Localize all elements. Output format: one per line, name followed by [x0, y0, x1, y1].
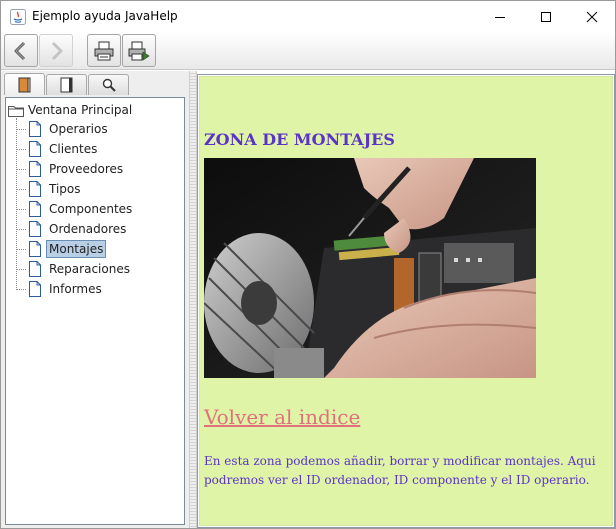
back-icon	[14, 41, 26, 60]
tree-item-reparaciones[interactable]: Reparaciones	[16, 259, 133, 279]
print-button[interactable]	[87, 34, 121, 67]
print-icon	[94, 41, 114, 60]
forward-icon	[51, 41, 63, 60]
document-icon	[29, 261, 41, 277]
tree-root[interactable]: Ventana Principal	[8, 102, 132, 118]
close-icon	[586, 11, 598, 22]
tree-item-label: Clientes	[49, 142, 98, 156]
tree-item-tipos[interactable]: Tipos	[16, 179, 84, 199]
search-icon	[102, 78, 116, 92]
page-description: En esta zona podemos añadir, borrar y mo…	[204, 454, 596, 487]
index-book-icon	[60, 77, 72, 93]
tree-item-label-selected: Montajes	[46, 240, 107, 258]
tab-search[interactable]	[88, 74, 129, 95]
forward-button[interactable]	[39, 34, 73, 67]
tree-root-label: Ventana Principal	[28, 103, 133, 117]
minimize-button[interactable]	[477, 1, 523, 32]
content-viewer: ZONA DE MONTAJES Volver al indice En est…	[197, 74, 615, 528]
toc-book-icon	[18, 77, 30, 92]
app-window: Ejemplo ayuda JavaHelp Ventana Principal…	[0, 0, 616, 529]
document-icon	[29, 221, 41, 237]
document-icon	[29, 161, 41, 177]
tree-item-operarios[interactable]: Operarios	[16, 119, 111, 139]
computer-assembly-photo	[204, 158, 536, 378]
tree-item-label: Tipos	[49, 182, 81, 196]
page-setup-button[interactable]	[122, 34, 156, 67]
java-app-icon	[10, 9, 26, 25]
tree-item-label: Componentes	[49, 202, 133, 216]
page-setup-icon	[128, 41, 150, 61]
toolbar	[1, 32, 615, 70]
back-to-index-link[interactable]: Volver al indice	[204, 405, 360, 429]
tree-item-label: Reparaciones	[49, 262, 130, 276]
tree-item-label: Operarios	[49, 122, 108, 136]
close-button[interactable]	[569, 1, 615, 32]
page-heading: ZONA DE MONTAJES	[204, 130, 395, 149]
maximize-button[interactable]	[523, 1, 569, 32]
tree-item-ordenadores[interactable]: Ordenadores	[16, 219, 129, 239]
tree-item-label: Ordenadores	[49, 222, 127, 236]
back-button[interactable]	[4, 34, 38, 67]
contents-tree: Ventana Principal Operarios Clientes Pro…	[5, 97, 185, 525]
window-title: Ejemplo ayuda JavaHelp	[32, 9, 178, 23]
tree-item-proveedores[interactable]: Proveedores	[16, 159, 126, 179]
tree-item-label: Proveedores	[49, 162, 124, 176]
navigator-panel: Ventana Principal Operarios Clientes Pro…	[1, 71, 189, 528]
tree-item-clientes[interactable]: Clientes	[16, 139, 100, 159]
tree-item-informes[interactable]: Informes	[16, 279, 105, 299]
document-icon	[29, 141, 41, 157]
maximize-icon	[541, 11, 551, 22]
panel-splitter[interactable]	[189, 71, 197, 528]
navigator-tabs	[4, 73, 187, 95]
help-page: ZONA DE MONTAJES Volver al indice En est…	[199, 76, 613, 526]
document-icon	[29, 201, 41, 217]
document-icon	[29, 181, 41, 197]
document-icon	[29, 281, 41, 297]
tab-index[interactable]	[46, 74, 87, 95]
tree-item-montajes[interactable]: Montajes	[16, 239, 107, 259]
minimize-icon	[495, 16, 505, 18]
document-icon	[29, 121, 41, 137]
tree-item-label: Informes	[49, 282, 102, 296]
tab-contents[interactable]	[4, 73, 45, 95]
tree-item-componentes[interactable]: Componentes	[16, 199, 135, 219]
document-icon	[29, 241, 41, 257]
folder-icon	[8, 105, 24, 117]
title-bar: Ejemplo ayuda JavaHelp	[1, 1, 615, 32]
